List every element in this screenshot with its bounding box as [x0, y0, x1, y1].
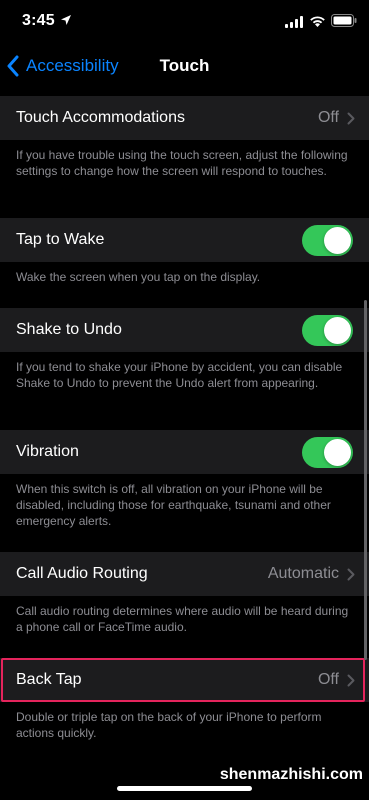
wifi-icon	[310, 16, 325, 27]
vibration-footer: When this switch is off, all vibration o…	[16, 482, 331, 528]
shake-to-undo-toggle[interactable]	[302, 314, 353, 346]
chevron-right-icon	[347, 112, 355, 124]
shake-to-undo-row: Shake to Undo	[0, 308, 369, 352]
battery-icon	[331, 14, 357, 27]
tap-to-wake-label: Tap to Wake	[16, 231, 105, 248]
back-tap-value: Off	[317, 671, 339, 688]
status-time: 3:45	[22, 12, 55, 29]
tap-to-wake-footer: Wake the screen when you tap on the disp…	[16, 270, 261, 284]
home-indicator[interactable]	[117, 786, 252, 791]
cellular-signal-icon	[285, 16, 303, 28]
chevron-right-icon	[347, 568, 355, 580]
chevron-right-icon	[347, 674, 355, 686]
shake-to-undo-footer: If you tend to shake your iPhone by acci…	[16, 360, 343, 390]
page-title: Touch	[159, 56, 210, 75]
navigation-bar: Accessibility Touch	[0, 44, 369, 88]
tap-to-wake-row: Tap to Wake	[0, 218, 369, 262]
settings-list[interactable]: Touch Accommodations Off If you have tro…	[0, 96, 369, 800]
location-arrow-icon	[61, 15, 71, 25]
tap-to-wake-toggle[interactable]	[302, 224, 353, 256]
call-audio-routing-row[interactable]: Call Audio Routing Automatic	[0, 552, 369, 596]
toggle-knob	[324, 316, 351, 344]
toggle-knob	[324, 438, 351, 466]
status-bar: 3:45	[0, 0, 369, 44]
vibration-toggle[interactable]	[302, 436, 353, 468]
toggle-knob	[324, 226, 351, 254]
touch-accommodations-footer: If you have trouble using the touch scre…	[16, 148, 348, 178]
vibration-row: Vibration	[0, 430, 369, 474]
watermark: shenmazhishi.com	[219, 766, 363, 783]
shake-to-undo-label: Shake to Undo	[16, 321, 122, 338]
back-tap-footer: Double or triple tap on the back of your…	[16, 710, 322, 740]
call-audio-routing-label: Call Audio Routing	[16, 565, 148, 582]
touch-accommodations-label: Touch Accommodations	[16, 109, 185, 126]
back-tap-label: Back Tap	[16, 671, 82, 688]
touch-accommodations-value: Off	[317, 109, 339, 126]
back-tap-row[interactable]: Back Tap Off	[0, 658, 369, 702]
vibration-label: Vibration	[16, 443, 79, 460]
scroll-indicator	[364, 300, 367, 660]
call-audio-routing-footer: Call audio routing determines where audi…	[16, 604, 349, 634]
touch-accommodations-row[interactable]: Touch Accommodations Off	[0, 96, 369, 140]
call-audio-routing-value: Automatic	[267, 565, 339, 582]
